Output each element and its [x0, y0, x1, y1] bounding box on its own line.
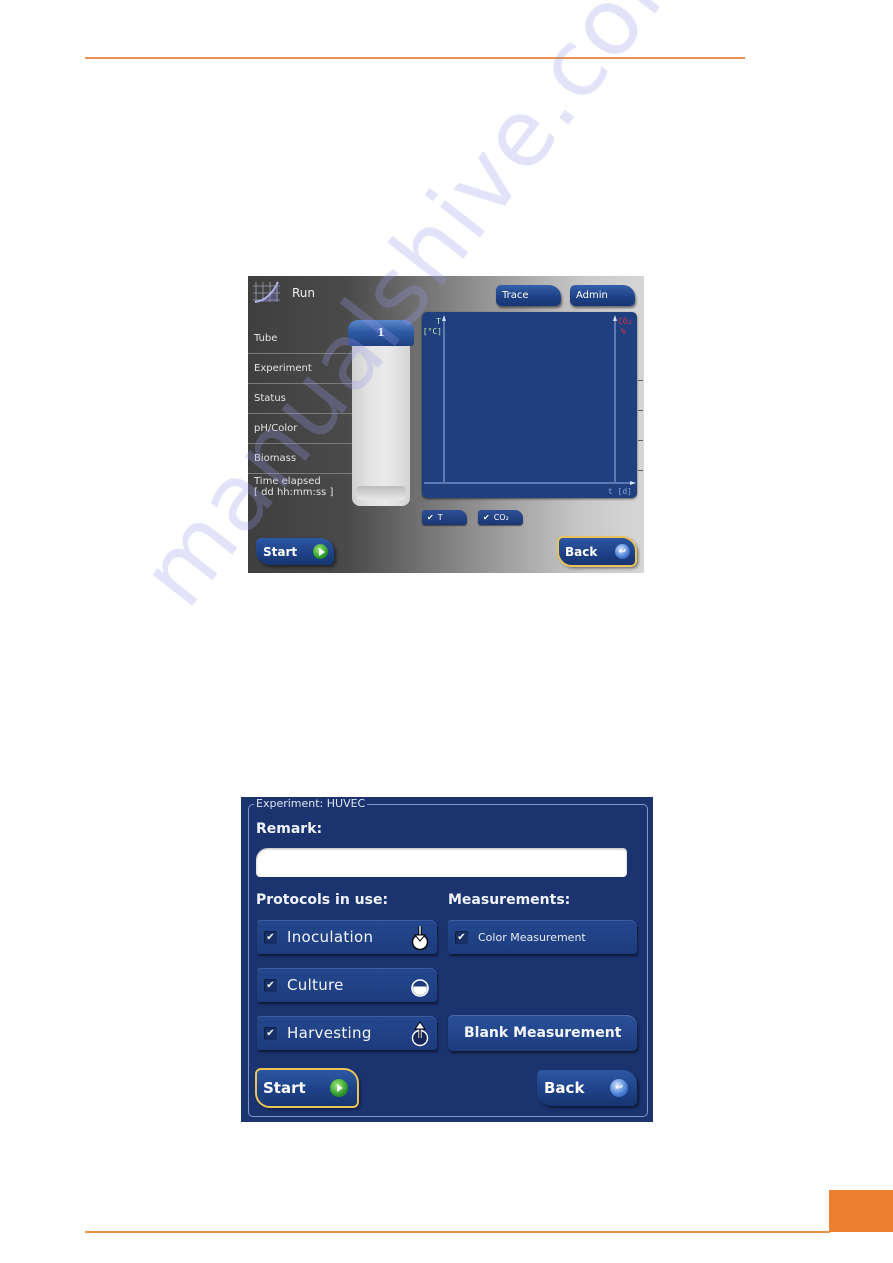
- measurements-label: Measurements:: [448, 892, 571, 908]
- trace-button[interactable]: Trace: [496, 285, 561, 306]
- chart-svg: T [°C] CO₂ % t [d]: [423, 315, 636, 496]
- tick-mark: [638, 410, 643, 411]
- tube-graphic[interactable]: 1: [348, 320, 414, 508]
- y-left-arrow: [442, 315, 446, 321]
- blank-measurement-button[interactable]: Blank Measurement: [448, 1015, 637, 1051]
- back-button[interactable]: Back ↩: [557, 536, 637, 567]
- tube-bottom: [356, 486, 406, 500]
- back-arrow-icon: ↩: [610, 1079, 628, 1097]
- protocol-culture[interactable]: ✔ Culture: [257, 968, 437, 1002]
- time-elapsed-format: [ dd hh:mm:ss ]: [254, 487, 334, 498]
- field-tube: Tube: [248, 324, 352, 354]
- x-axis-arrow: [630, 481, 636, 485]
- protocol-inoculation[interactable]: ✔ Inoculation: [257, 920, 437, 954]
- x-axis-label: t [d]: [608, 487, 632, 496]
- chart-panel: T [°C] CO₂ % t [d]: [422, 312, 637, 498]
- check-icon: ✔: [483, 513, 490, 522]
- y-right-arrow: [613, 315, 617, 321]
- field-experiment: Experiment: [248, 354, 352, 384]
- check-icon: ✔: [455, 930, 468, 944]
- group-title: Experiment: HUVEC: [254, 797, 368, 810]
- harvesting-icon: [411, 1021, 429, 1047]
- play-icon: [330, 1079, 348, 1097]
- run-header: Run: [252, 279, 315, 307]
- back-label: Back: [565, 544, 598, 559]
- protocol-label: Harvesting: [287, 1024, 372, 1042]
- screen-title: Run: [292, 286, 316, 300]
- tick-mark: [638, 380, 643, 381]
- remark-label: Remark:: [256, 821, 323, 837]
- field-list: Tube Experiment Status pH/Color Biomass …: [248, 324, 352, 508]
- y-right-label-1: CO₂: [618, 317, 632, 326]
- measurement-color[interactable]: ✔ Color Measurement: [448, 920, 637, 954]
- chart-curve-icon: [253, 281, 280, 303]
- toggle-label: CO₂: [493, 513, 509, 522]
- start-button[interactable]: Start: [256, 538, 334, 565]
- y-left-label-2: [°C]: [423, 327, 442, 336]
- header-rule: [85, 57, 745, 59]
- play-icon: [313, 544, 328, 559]
- experiment-screen: Experiment: HUVEC Remark: Protocols in u…: [241, 797, 653, 1122]
- field-ph-color: pH/Color: [248, 414, 352, 444]
- time-elapsed-label: Time elapsed: [254, 476, 321, 487]
- check-icon: ✔: [427, 513, 434, 522]
- tube-body: [352, 346, 410, 506]
- field-time-elapsed: Time elapsed [ dd hh:mm:ss ]: [248, 474, 352, 508]
- run-screen: Run Tube Experiment Status pH/Color Biom…: [248, 276, 644, 573]
- protocol-label: Inoculation: [287, 928, 374, 946]
- toggle-label: T: [437, 513, 443, 522]
- tick-mark: [638, 470, 643, 471]
- back-button[interactable]: Back ↩: [537, 1070, 637, 1106]
- culture-icon: [411, 979, 429, 997]
- page-tab: [829, 1190, 893, 1232]
- remark-input[interactable]: [256, 848, 627, 877]
- tick-mark: [638, 440, 643, 441]
- protocols-label: Protocols in use:: [256, 892, 389, 908]
- protocol-harvesting[interactable]: ✔ Harvesting: [257, 1016, 437, 1050]
- check-icon: ✔: [264, 1026, 277, 1040]
- toggle-t[interactable]: ✔ T: [422, 510, 467, 525]
- protocol-label: Culture: [287, 976, 344, 994]
- back-label: Back: [544, 1079, 585, 1097]
- field-status: Status: [248, 384, 352, 414]
- y-right-label-2: %: [621, 327, 626, 336]
- start-label: Start: [263, 1079, 306, 1097]
- admin-button[interactable]: Admin: [570, 285, 635, 306]
- y-left-label-1: T: [436, 317, 441, 326]
- start-button[interactable]: Start: [255, 1068, 359, 1108]
- inoculation-icon: [411, 926, 429, 951]
- check-icon: ✔: [264, 978, 277, 992]
- check-icon: ✔: [264, 930, 277, 944]
- start-label: Start: [263, 544, 298, 559]
- toggle-co2[interactable]: ✔ CO₂: [478, 510, 523, 525]
- measurement-label: Color Measurement: [478, 930, 586, 944]
- tube-cap: 1: [348, 320, 414, 346]
- footer-rule: [85, 1231, 830, 1233]
- back-arrow-icon: ↩: [615, 544, 630, 559]
- field-biomass: Biomass: [248, 444, 352, 474]
